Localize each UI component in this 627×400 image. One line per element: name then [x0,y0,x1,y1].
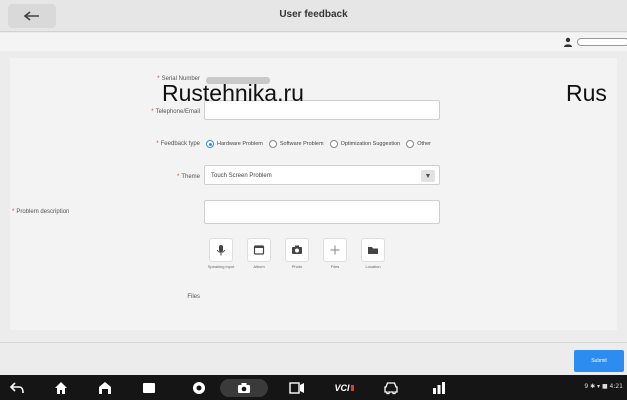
browser-icon [193,382,205,394]
feedback-form: * Serial Number * Telephone/Email * Feedbac… [10,58,617,330]
user-selector[interactable] [577,38,627,46]
attach-label: Speaking input [207,264,235,269]
folder-icon [368,247,378,254]
nav-car[interactable] [382,379,400,397]
title-bar: User feedback [0,0,627,32]
attach-location[interactable]: Location [358,238,388,269]
watermark-text: Rustehnika.ru [162,80,304,106]
status-bar-text: 9 ✱ ▾ ■ 4:21 [584,383,623,390]
screen-record-icon [289,382,304,394]
radio-label: Optimization Suggestion [340,141,401,147]
camera-icon [292,245,302,254]
vci-icon: VCI [334,383,350,393]
attach-files[interactable]: Files [320,238,350,269]
attach-label: Location [365,264,381,269]
radio-hardware-problem[interactable]: Hardware Problem [206,140,263,148]
nav-browser[interactable] [190,379,208,397]
attach-label: Album [253,264,265,269]
user-bar [0,33,627,51]
attach-photo[interactable]: Photo [282,238,312,269]
theme-label: * Theme [176,174,200,180]
radio-label: Hardware Problem [217,141,263,147]
theme-select[interactable]: Touch Screen Problem ▼ [204,165,440,185]
feedback-type-label: * Feedback type [156,141,200,147]
recents-icon [143,383,155,393]
chevron-down-icon[interactable]: ▼ [421,170,435,182]
action-footer: Submit [0,342,627,374]
attach-album[interactable]: Album [244,238,274,269]
car-icon [384,382,398,395]
radio-label: Other [417,141,431,147]
nav-dashboard[interactable] [430,379,448,397]
page-title: User feedback [279,9,348,20]
files-label: Files [187,294,200,300]
theme-selected-value: Touch Screen Problem [211,173,272,179]
radio-software-problem[interactable]: Software Problem [268,140,324,148]
nav-vci[interactable]: VCI [330,379,358,397]
attach-label: Photo [291,264,303,269]
system-navbar: VCI 9 ✱ ▾ ■ 4:21 [0,375,627,400]
camera-icon [238,383,250,393]
radio-unchecked-icon [406,140,415,148]
house-icon [99,382,111,394]
radio-checked-icon [206,140,214,148]
mic-icon [217,245,225,256]
vci-status-mark [350,385,354,391]
attachment-toolbar: Speaking input Album Photo Files Locatio… [206,238,388,269]
radio-unchecked-icon [329,140,338,148]
radio-other[interactable]: Other [406,140,431,148]
bar-chart-icon [433,382,445,394]
album-icon [253,245,265,255]
description-input[interactable] [204,200,440,224]
nav-recents[interactable] [140,379,158,397]
nav-home[interactable] [52,379,70,397]
plus-icon [330,245,340,255]
nav-house[interactable] [96,379,114,397]
user-icon[interactable] [562,36,574,48]
radio-unchecked-icon [268,140,277,148]
submit-button[interactable]: Submit [574,350,624,372]
back-icon [10,382,24,394]
description-label: * Problem description [12,209,70,215]
radio-label: Software Problem [279,141,324,147]
radio-optimization-suggestion[interactable]: Optimization Suggestion [329,140,401,148]
nav-back[interactable] [8,379,26,397]
watermark-text-2: Rus [566,80,607,106]
home-icon [55,382,67,394]
feedback-type-group: Hardware Problem Software Problem Optimi… [206,140,431,148]
nav-screen-record[interactable] [288,379,306,397]
contact-label: * Telephone/Email [151,109,200,115]
attach-label: Files [330,264,340,269]
attach-speaking-input[interactable]: Speaking input [206,238,236,269]
nav-screenshot[interactable] [220,379,268,397]
